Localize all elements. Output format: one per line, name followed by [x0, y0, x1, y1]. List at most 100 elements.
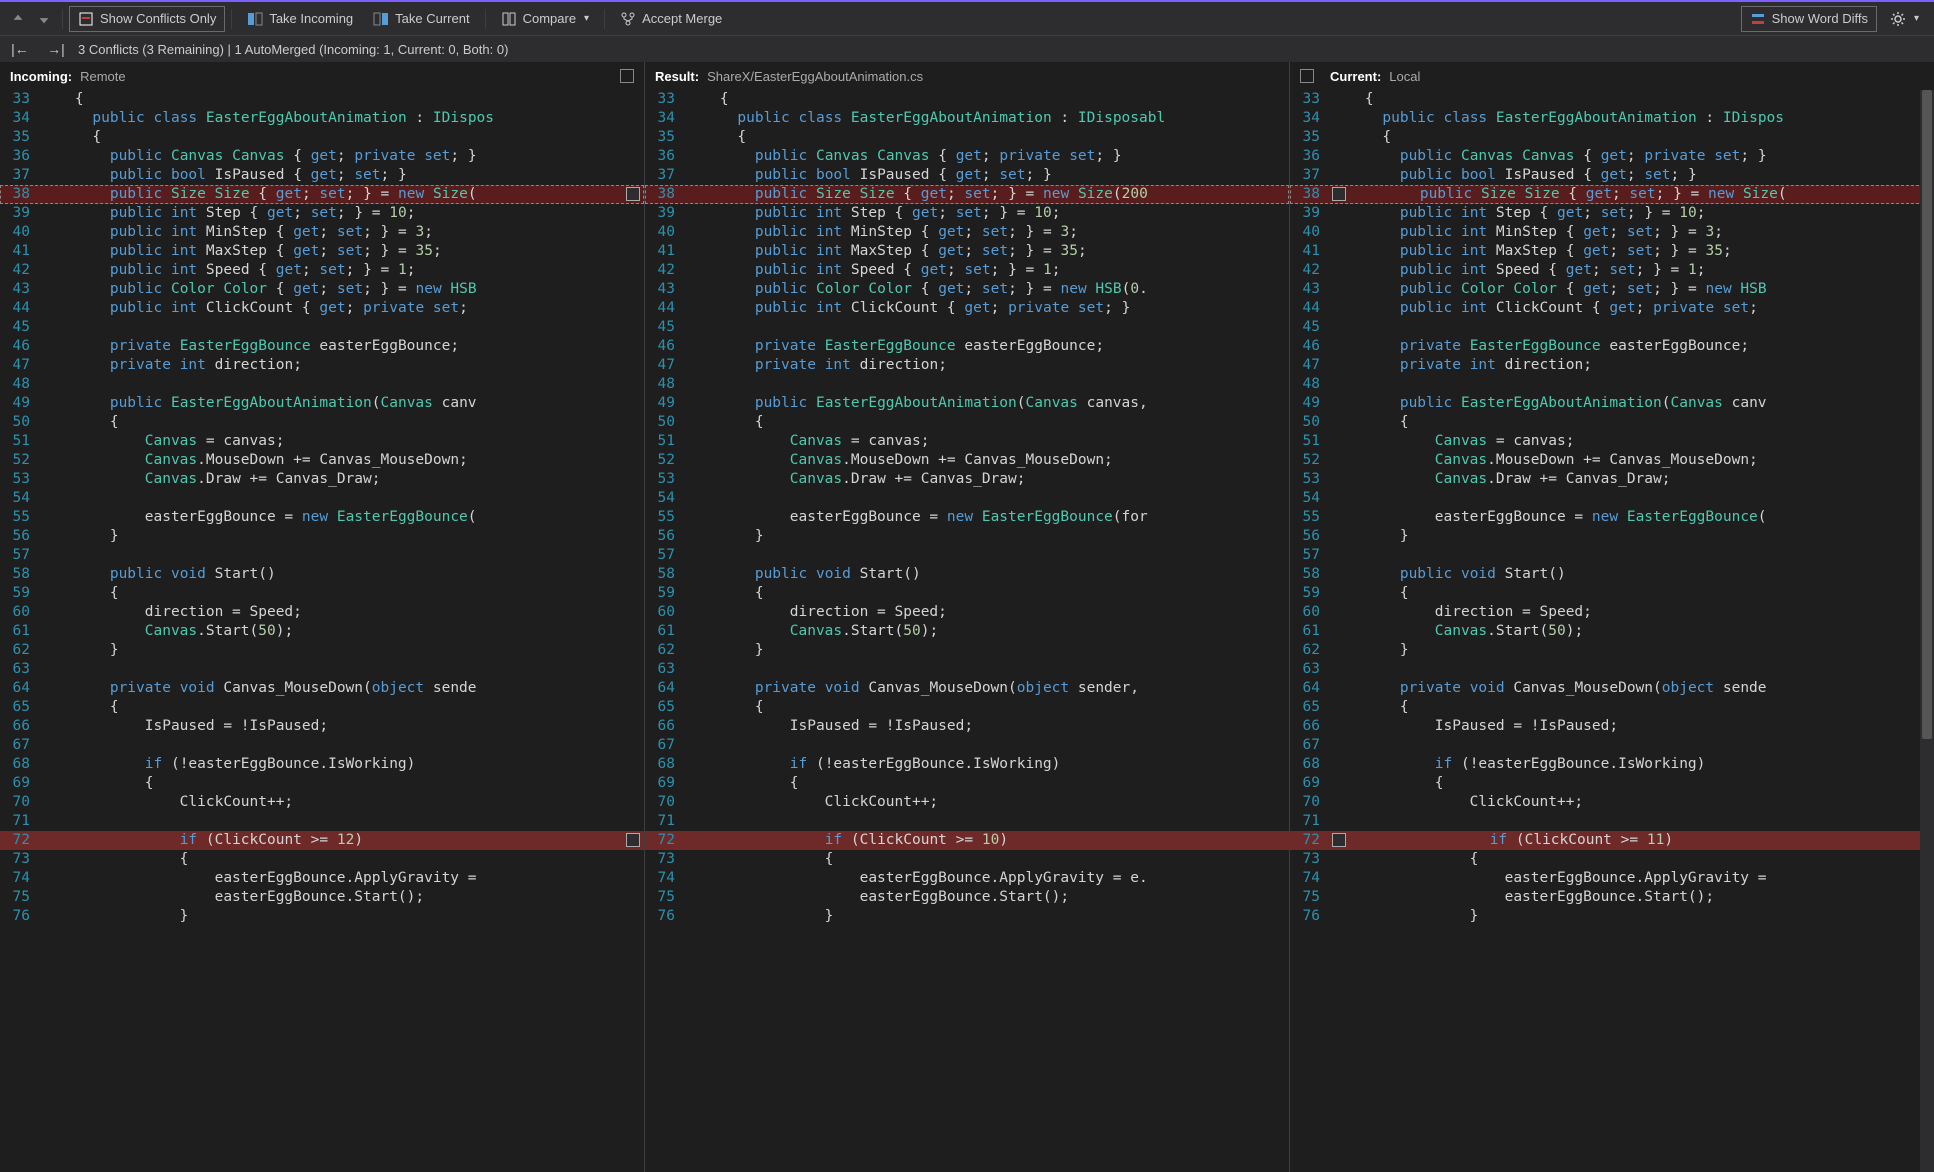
- code-line[interactable]: 66 IsPaused = !IsPaused;: [645, 717, 1289, 736]
- code-line[interactable]: 73 {: [0, 850, 644, 869]
- code-line[interactable]: 69 {: [645, 774, 1289, 793]
- code-line[interactable]: 58 public void Start(): [0, 565, 644, 584]
- code-line[interactable]: 62 }: [0, 641, 644, 660]
- code-line[interactable]: 76 }: [0, 907, 644, 926]
- code-line[interactable]: 68 if (!easterEggBounce.IsWorking): [645, 755, 1289, 774]
- code-line[interactable]: 51 Canvas = canvas;: [0, 432, 644, 451]
- code-line[interactable]: 35 {: [1290, 128, 1934, 147]
- code-line[interactable]: 51 Canvas = canvas;: [645, 432, 1289, 451]
- code-line[interactable]: 36 public Canvas Canvas { get; private s…: [0, 147, 644, 166]
- code-line[interactable]: 44 public int ClickCount { get; private …: [1290, 299, 1934, 318]
- code-line[interactable]: 53 Canvas.Draw += Canvas_Draw;: [1290, 470, 1934, 489]
- code-line[interactable]: 43 public Color Color { get; set; } = ne…: [0, 280, 644, 299]
- code-line[interactable]: 57: [645, 546, 1289, 565]
- code-line[interactable]: 40 public int MinStep { get; set; } = 3;: [0, 223, 644, 242]
- scrollbar[interactable]: [1920, 90, 1934, 1172]
- code-line[interactable]: 76 }: [1290, 907, 1934, 926]
- result-code[interactable]: 33 {34 public class EasterEggAboutAnimat…: [645, 90, 1289, 1172]
- code-line[interactable]: 44 public int ClickCount { get; private …: [645, 299, 1289, 318]
- code-line[interactable]: 34 public class EasterEggAboutAnimation …: [1290, 109, 1934, 128]
- code-line[interactable]: 45: [645, 318, 1289, 337]
- code-line[interactable]: 52 Canvas.MouseDown += Canvas_MouseDown;: [645, 451, 1289, 470]
- code-line[interactable]: 42 public int Speed { get; set; } = 1;: [0, 261, 644, 280]
- code-line[interactable]: 61 Canvas.Start(50);: [645, 622, 1289, 641]
- code-line[interactable]: 71: [0, 812, 644, 831]
- code-line[interactable]: 64 private void Canvas_MouseDown(object …: [0, 679, 644, 698]
- code-line[interactable]: 50 {: [0, 413, 644, 432]
- code-line[interactable]: 51 Canvas = canvas;: [1290, 432, 1934, 451]
- incoming-code[interactable]: 33 {34 public class EasterEggAboutAnimat…: [0, 90, 644, 1172]
- code-line[interactable]: 52 Canvas.MouseDown += Canvas_MouseDown;: [0, 451, 644, 470]
- code-line[interactable]: 49 public EasterEggAboutAnimation(Canvas…: [1290, 394, 1934, 413]
- incoming-checkbox[interactable]: [620, 69, 634, 83]
- code-line[interactable]: 33 {: [645, 90, 1289, 109]
- code-line[interactable]: 66 IsPaused = !IsPaused;: [0, 717, 644, 736]
- first-conflict-button[interactable]: |←: [6, 38, 34, 60]
- code-line[interactable]: 42 public int Speed { get; set; } = 1;: [1290, 261, 1934, 280]
- code-line[interactable]: 45: [1290, 318, 1934, 337]
- code-line[interactable]: 60 direction = Speed;: [0, 603, 644, 622]
- code-line[interactable]: 68 if (!easterEggBounce.IsWorking): [0, 755, 644, 774]
- code-line[interactable]: 42 public int Speed { get; set; } = 1;: [645, 261, 1289, 280]
- nav-down-icon[interactable]: [32, 7, 56, 31]
- code-line[interactable]: 43 public Color Color { get; set; } = ne…: [645, 280, 1289, 299]
- code-line[interactable]: 65 {: [1290, 698, 1934, 717]
- code-line[interactable]: 34 public class EasterEggAboutAnimation …: [645, 109, 1289, 128]
- code-line[interactable]: 64 private void Canvas_MouseDown(object …: [1290, 679, 1934, 698]
- code-line[interactable]: 47 private int direction;: [645, 356, 1289, 375]
- code-line[interactable]: 55 easterEggBounce = new EasterEggBounce…: [645, 508, 1289, 527]
- code-line[interactable]: 74 easterEggBounce.ApplyGravity =: [1290, 869, 1934, 888]
- scrollbar-thumb[interactable]: [1922, 90, 1932, 739]
- code-line[interactable]: 69 {: [0, 774, 644, 793]
- code-line[interactable]: 63: [1290, 660, 1934, 679]
- code-line[interactable]: 47 private int direction;: [0, 356, 644, 375]
- code-line[interactable]: 65 {: [0, 698, 644, 717]
- code-line[interactable]: 39 public int Step { get; set; } = 10;: [1290, 204, 1934, 223]
- code-line[interactable]: 74 easterEggBounce.ApplyGravity =: [0, 869, 644, 888]
- conflict-checkbox[interactable]: [1332, 187, 1346, 201]
- code-line[interactable]: 54: [1290, 489, 1934, 508]
- code-line[interactable]: 66 IsPaused = !IsPaused;: [1290, 717, 1934, 736]
- code-line[interactable]: 41 public int MaxStep { get; set; } = 35…: [1290, 242, 1934, 261]
- code-line[interactable]: 70 ClickCount++;: [1290, 793, 1934, 812]
- code-line[interactable]: 37 public bool IsPaused { get; set; }: [1290, 166, 1934, 185]
- current-checkbox[interactable]: [1300, 69, 1314, 83]
- code-line[interactable]: 60 direction = Speed;: [645, 603, 1289, 622]
- code-line[interactable]: 46 private EasterEggBounce easterEggBoun…: [645, 337, 1289, 356]
- code-line[interactable]: 75 easterEggBounce.Start();: [645, 888, 1289, 907]
- code-line[interactable]: 72 if (ClickCount >= 12): [0, 831, 644, 850]
- code-line[interactable]: 61 Canvas.Start(50);: [1290, 622, 1934, 641]
- code-line[interactable]: 63: [0, 660, 644, 679]
- code-line[interactable]: 52 Canvas.MouseDown += Canvas_MouseDown;: [1290, 451, 1934, 470]
- code-line[interactable]: 49 public EasterEggAboutAnimation(Canvas…: [0, 394, 644, 413]
- code-line[interactable]: 73 {: [1290, 850, 1934, 869]
- code-line[interactable]: 72 if (ClickCount >= 11): [1290, 831, 1934, 850]
- code-line[interactable]: 37 public bool IsPaused { get; set; }: [0, 166, 644, 185]
- code-line[interactable]: 75 easterEggBounce.Start();: [1290, 888, 1934, 907]
- code-line[interactable]: 59 {: [1290, 584, 1934, 603]
- code-line[interactable]: 33 {: [0, 90, 644, 109]
- code-line[interactable]: 50 {: [645, 413, 1289, 432]
- code-line[interactable]: 41 public int MaxStep { get; set; } = 35…: [645, 242, 1289, 261]
- code-line[interactable]: 36 public Canvas Canvas { get; private s…: [1290, 147, 1934, 166]
- code-line[interactable]: 38 public Size Size { get; set; } = new …: [645, 185, 1289, 204]
- code-line[interactable]: 59 {: [0, 584, 644, 603]
- take-incoming-button[interactable]: Take Incoming: [238, 6, 362, 32]
- code-line[interactable]: 56 }: [1290, 527, 1934, 546]
- code-line[interactable]: 59 {: [645, 584, 1289, 603]
- code-line[interactable]: 39 public int Step { get; set; } = 10;: [645, 204, 1289, 223]
- code-line[interactable]: 75 easterEggBounce.Start();: [0, 888, 644, 907]
- code-line[interactable]: 49 public EasterEggAboutAnimation(Canvas…: [645, 394, 1289, 413]
- code-line[interactable]: 67: [1290, 736, 1934, 755]
- code-line[interactable]: 72 if (ClickCount >= 10): [645, 831, 1289, 850]
- code-line[interactable]: 62 }: [645, 641, 1289, 660]
- code-line[interactable]: 48: [645, 375, 1289, 394]
- code-line[interactable]: 48: [0, 375, 644, 394]
- code-line[interactable]: 55 easterEggBounce = new EasterEggBounce…: [1290, 508, 1934, 527]
- code-line[interactable]: 40 public int MinStep { get; set; } = 3;: [1290, 223, 1934, 242]
- code-line[interactable]: 76 }: [645, 907, 1289, 926]
- take-current-button[interactable]: Take Current: [364, 6, 478, 32]
- code-line[interactable]: 69 {: [1290, 774, 1934, 793]
- current-code[interactable]: 33 {34 public class EasterEggAboutAnimat…: [1290, 90, 1934, 1172]
- last-conflict-button[interactable]: →|: [42, 38, 70, 60]
